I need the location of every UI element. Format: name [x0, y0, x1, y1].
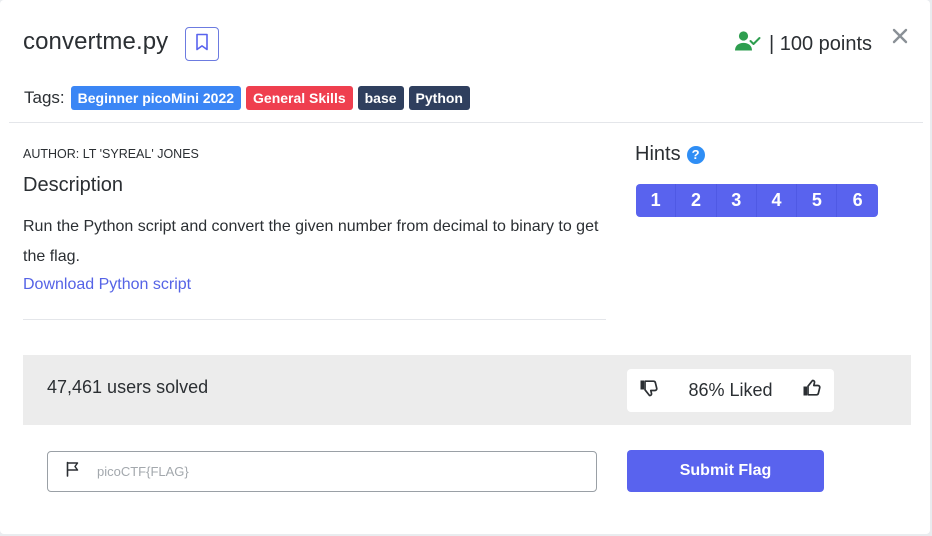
hint-button-4[interactable]: 4	[756, 184, 798, 217]
hint-button-6[interactable]: 6	[837, 184, 878, 217]
hints-title: Hints	[635, 143, 681, 165]
tags-row: Tags: Beginner picoMini 2022 General Ski…	[24, 86, 475, 110]
thumbs-down-icon	[639, 379, 659, 402]
author-label: AUTHOR: LT 'SYREAL' JONES	[23, 147, 199, 161]
flag-input-wrapper	[47, 451, 597, 492]
hint-button-5[interactable]: 5	[797, 184, 838, 217]
hint-button-3[interactable]: 3	[716, 184, 757, 217]
close-button[interactable]	[892, 28, 908, 49]
challenge-modal: convertme.py | 100 points Tags: Beginner…	[0, 0, 930, 534]
liked-percentage: 86% Liked	[688, 380, 773, 400]
flag-input[interactable]	[97, 464, 577, 479]
points-label: | 100 points	[768, 32, 872, 55]
rating-box: 86% Liked	[627, 369, 834, 412]
bookmark-button[interactable]	[185, 27, 219, 61]
flag-icon	[65, 461, 81, 482]
description-heading: Description	[23, 174, 124, 196]
hint-button-2[interactable]: 2	[676, 184, 717, 217]
points-display: | 100 points	[734, 30, 872, 58]
help-circle-icon[interactable]: ?	[686, 145, 705, 164]
divider	[23, 319, 606, 320]
hint-button-1[interactable]: 1	[636, 184, 677, 217]
like-button[interactable]	[802, 379, 822, 402]
solved-count: 47,461 users solved	[47, 377, 209, 397]
tag-python[interactable]: Python	[408, 86, 470, 110]
tag-beginner-picomini-2022[interactable]: Beginner picoMini 2022	[70, 86, 242, 110]
tag-base[interactable]: base	[357, 86, 404, 110]
challenge-title: convertme.py	[23, 28, 169, 55]
stats-bar: 47,461 users solved 86% Liked	[23, 355, 911, 425]
thumbs-up-icon	[802, 379, 822, 402]
download-script-link[interactable]: Download Python script	[23, 276, 191, 294]
tags-label: Tags:	[24, 88, 65, 107]
tag-general-skills[interactable]: General Skills	[246, 86, 353, 110]
dislike-button[interactable]	[639, 379, 659, 402]
hints-heading: Hints ?	[635, 143, 705, 166]
user-check-icon	[734, 30, 769, 58]
divider	[9, 122, 923, 123]
description-text: Run the Python script and convert the gi…	[23, 218, 599, 265]
bookmark-icon	[195, 33, 209, 56]
close-icon	[892, 28, 908, 48]
hint-button-group: 1 2 3 4 5 6	[636, 184, 878, 217]
submit-flag-button[interactable]: Submit Flag	[627, 450, 824, 492]
